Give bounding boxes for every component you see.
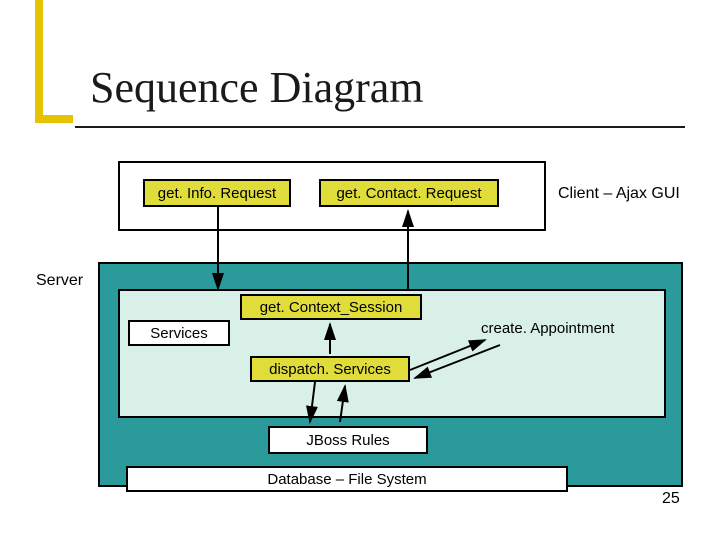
services-label: Services xyxy=(150,325,208,342)
title-rule xyxy=(75,126,685,128)
slide-title: Sequence Diagram xyxy=(90,62,424,113)
server-label: Server xyxy=(36,272,83,290)
database-label: Database – File System xyxy=(267,471,426,488)
dispatch-services-box: dispatch. Services xyxy=(250,356,410,382)
page-number: 25 xyxy=(662,490,680,508)
client-label: Client – Ajax GUI xyxy=(558,185,680,203)
jboss-rules-box: JBoss Rules xyxy=(268,426,428,454)
get-contact-request-label: get. Contact. Request xyxy=(336,185,481,202)
accent-bar-vertical xyxy=(35,0,43,115)
get-context-session-box: get. Context_Session xyxy=(240,294,422,320)
get-info-request-box: get. Info. Request xyxy=(143,179,291,207)
get-contact-request-box: get. Contact. Request xyxy=(319,179,499,207)
services-box: Services xyxy=(128,320,230,346)
create-appointment-label: create. Appointment xyxy=(481,320,614,337)
jboss-rules-label: JBoss Rules xyxy=(306,432,389,449)
database-box: Database – File System xyxy=(126,466,568,492)
get-context-session-label: get. Context_Session xyxy=(260,299,403,316)
accent-bar-horizontal xyxy=(35,115,73,123)
dispatch-services-label: dispatch. Services xyxy=(269,361,391,378)
get-info-request-label: get. Info. Request xyxy=(158,185,276,202)
slide: Sequence Diagram get. Info. Request get.… xyxy=(0,0,720,540)
